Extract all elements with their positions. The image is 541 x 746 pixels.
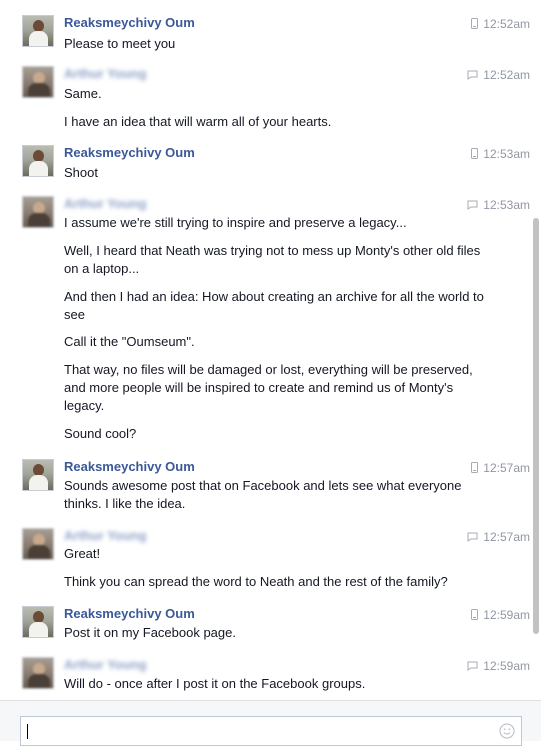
avatar[interactable] xyxy=(22,15,54,47)
message-text: Sound cool? xyxy=(64,426,137,441)
message-text: Shoot xyxy=(64,165,98,180)
avatar[interactable] xyxy=(22,657,54,689)
text-caret xyxy=(27,724,28,739)
sender-name[interactable]: Arthur Young xyxy=(64,528,147,544)
message-text: Please to meet you xyxy=(64,36,176,51)
timestamp: 12:57am xyxy=(471,460,530,476)
timestamp-text: 12:52am xyxy=(483,68,530,82)
chat-icon xyxy=(467,532,478,542)
message-text: Think you can spread the word to Neath a… xyxy=(64,574,448,589)
timestamp-text: 12:57am xyxy=(483,530,530,544)
avatar[interactable] xyxy=(22,145,54,177)
message-text: Will do - once after I post it on the Fa… xyxy=(64,676,366,691)
timestamp-text: 12:53am xyxy=(483,198,530,212)
timestamp: 12:52am xyxy=(471,16,530,32)
timestamp-text: 12:57am xyxy=(483,461,530,475)
sender-name[interactable]: Reaksmeychivy Oum xyxy=(64,145,195,161)
sender-name[interactable]: Arthur Young xyxy=(64,66,147,82)
message-text: That way, no files will be damaged or lo… xyxy=(64,362,473,413)
message-text: And then I had an idea: How about creati… xyxy=(64,289,484,322)
sender-name[interactable]: Arthur Young xyxy=(64,196,147,212)
timestamp-text: 12:59am xyxy=(483,608,530,622)
chat-icon xyxy=(467,661,478,671)
sender-name[interactable]: Reaksmeychivy Oum xyxy=(64,15,195,31)
avatar[interactable] xyxy=(22,459,54,491)
scrollbar-thumb[interactable] xyxy=(533,218,539,634)
message-text: Post it on my Facebook page. xyxy=(64,625,236,640)
message-text: Call it the "Oumseum". xyxy=(64,334,195,349)
sender-name[interactable]: Reaksmeychivy Oum xyxy=(64,459,195,475)
avatar[interactable] xyxy=(22,606,54,638)
smiley-icon[interactable] xyxy=(499,723,515,739)
timestamp: 12:53am xyxy=(471,146,530,162)
timestamp: 12:59am xyxy=(471,607,530,623)
message-text: I have an idea that will warm all of you… xyxy=(64,114,332,129)
timestamp: 12:53am xyxy=(467,197,530,213)
avatar[interactable] xyxy=(22,528,54,560)
mobile-icon xyxy=(471,148,479,159)
mobile-icon xyxy=(471,462,479,473)
message-input[interactable] xyxy=(20,716,522,746)
message-text: Well, I heard that Neath was trying not … xyxy=(64,243,481,276)
mobile-icon xyxy=(471,609,479,620)
timestamp-text: 12:52am xyxy=(483,17,530,31)
message-thread[interactable]: Reaksmeychivy Oum 12:52am Please to meet… xyxy=(0,0,530,700)
sender-name[interactable]: Arthur Young xyxy=(64,657,147,673)
message-text: Same. xyxy=(64,86,102,101)
composer xyxy=(0,701,541,746)
mobile-icon xyxy=(471,18,479,29)
timestamp-text: 12:59am xyxy=(483,659,530,673)
scrollbar[interactable] xyxy=(531,0,541,700)
chat-icon xyxy=(467,200,478,210)
timestamp: 12:57am xyxy=(467,529,530,545)
message-text: Great! xyxy=(64,546,101,561)
avatar[interactable] xyxy=(22,196,54,228)
message-text: Sounds awesome post that on Facebook and… xyxy=(64,478,462,511)
timestamp: 12:59am xyxy=(467,658,530,674)
sender-name[interactable]: Reaksmeychivy Oum xyxy=(64,606,195,622)
timestamp: 12:52am xyxy=(467,67,530,83)
timestamp-text: 12:53am xyxy=(483,147,530,161)
chat-icon xyxy=(467,70,478,80)
message-text: I assume we're still trying to inspire a… xyxy=(64,215,407,230)
avatar[interactable] xyxy=(22,66,54,98)
